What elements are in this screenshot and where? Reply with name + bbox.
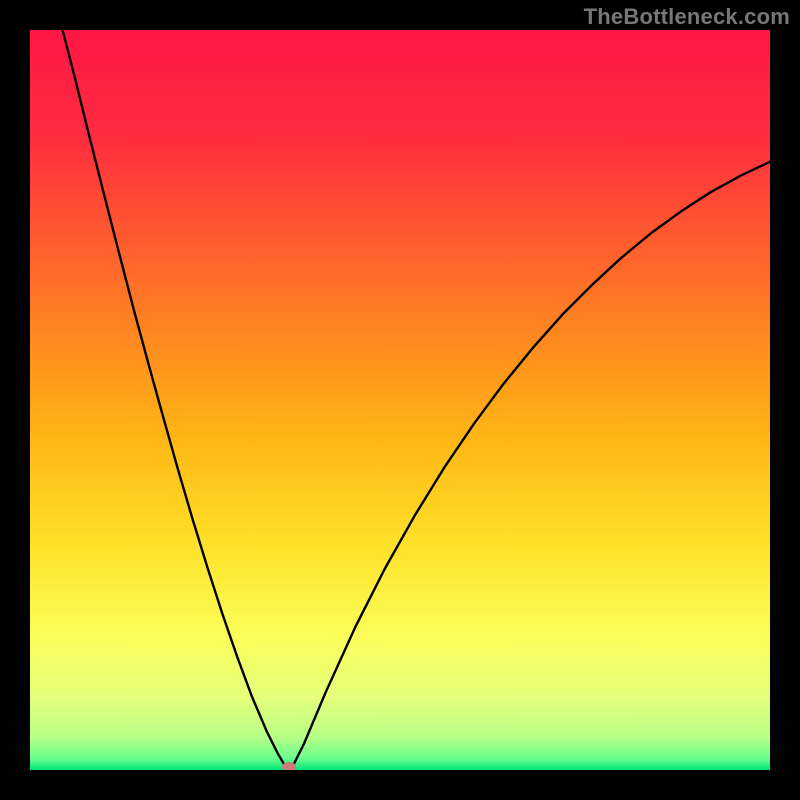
chart-frame: TheBottleneck.com [0,0,800,800]
watermark-text: TheBottleneck.com [584,4,790,30]
gradient-background [30,30,770,770]
bottleneck-chart [30,30,770,770]
